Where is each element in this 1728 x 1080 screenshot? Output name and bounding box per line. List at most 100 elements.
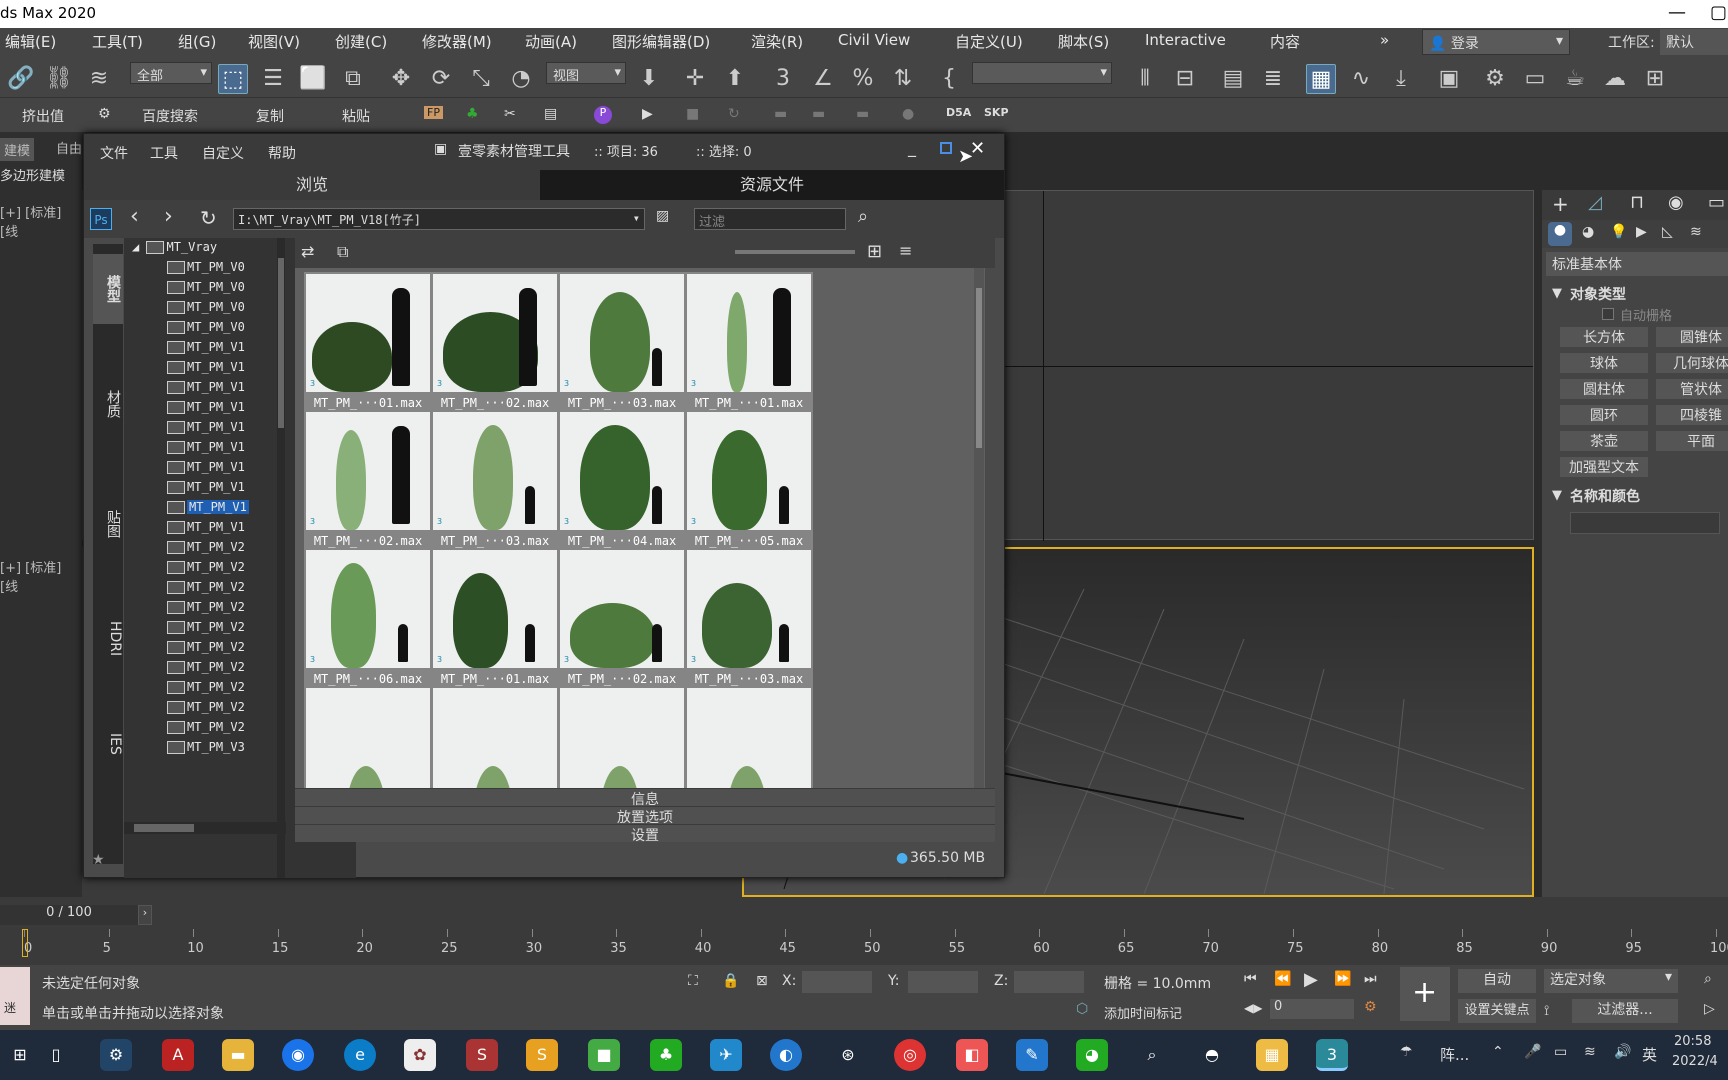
tree-folder-item[interactable]: MT_PM_V2 bbox=[167, 600, 245, 620]
geometry-icon[interactable]: ● bbox=[1548, 222, 1572, 246]
favorite-star-icon[interactable]: ★ bbox=[92, 852, 105, 868]
move-icon[interactable]: ✥ bbox=[386, 64, 416, 94]
cone-button[interactable]: 圆锥体 bbox=[1656, 327, 1728, 347]
angle-snap-icon[interactable]: ∠ bbox=[808, 64, 838, 94]
named-selection-icon[interactable]: { bbox=[934, 64, 964, 94]
camera3-icon[interactable]: ▬ bbox=[856, 106, 869, 122]
ribbon-tab-modeling[interactable]: 建模 bbox=[0, 138, 35, 161]
scene-explorer-icon[interactable]: ▤ bbox=[1218, 64, 1248, 94]
app-blue-icon[interactable]: ◐ bbox=[770, 1039, 802, 1071]
menu-overflow[interactable]: » bbox=[1380, 31, 1389, 49]
extrude-button[interactable]: 挤出值 bbox=[22, 106, 64, 126]
lock-icon[interactable]: 🔒 bbox=[722, 973, 739, 989]
nav-arrow-icon[interactable]: ▷ bbox=[1704, 1001, 1715, 1017]
sphere-button[interactable]: 球体 bbox=[1560, 353, 1648, 373]
task-view-icon[interactable]: ▯ bbox=[40, 1039, 72, 1071]
window-crossing-icon[interactable]: ⧉ bbox=[338, 64, 368, 94]
asset-thumbnail[interactable]: 3 MT_PM_···01.max bbox=[431, 548, 559, 690]
asset-thumbnail[interactable] bbox=[304, 686, 432, 788]
helpers-icon[interactable]: ◺ bbox=[1662, 224, 1673, 240]
geosphere-button[interactable]: 几何球体 bbox=[1656, 353, 1728, 373]
app-gamepad-icon[interactable]: ⊛ bbox=[832, 1039, 864, 1071]
back-arrow-icon[interactable]: ‹ bbox=[130, 204, 139, 229]
z-coord-input[interactable] bbox=[1014, 971, 1084, 993]
viewport-label-bottom-left[interactable]: [+] [标准] [线 bbox=[0, 557, 82, 595]
search-icon[interactable]: ⌕ bbox=[858, 206, 868, 227]
refresh-icon[interactable]: ↻ bbox=[200, 206, 217, 230]
tree-folder-item[interactable]: MT_PM_V1 bbox=[167, 460, 245, 480]
time-cursor[interactable] bbox=[22, 929, 28, 957]
tree-folder-item[interactable]: MT_PM_V1 bbox=[167, 520, 245, 540]
scale-icon[interactable]: ⤡ bbox=[466, 64, 496, 94]
mirror-icon[interactable]: ⫴ bbox=[1130, 64, 1160, 94]
d5a-button[interactable]: D5A bbox=[946, 106, 971, 119]
stop-icon[interactable]: ■ bbox=[686, 106, 699, 122]
curve-editor-icon[interactable]: ∿ bbox=[1346, 64, 1376, 94]
camera2-icon[interactable]: ▬ bbox=[812, 106, 825, 122]
asset-thumbnail[interactable]: 3 MT_PM_···04.max bbox=[558, 410, 686, 552]
app-bird-icon[interactable]: ✈ bbox=[710, 1039, 742, 1071]
bind-spacewarp-icon[interactable]: ≋ bbox=[84, 64, 114, 94]
modify-tab-icon[interactable]: ◿ bbox=[1588, 192, 1602, 213]
grid-scrollbar[interactable] bbox=[974, 268, 984, 788]
baidu-icon[interactable]: ⚙ bbox=[98, 106, 111, 122]
asset-thumbnail[interactable]: 3 MT_PM_···03.max bbox=[431, 410, 559, 552]
app-red-icon[interactable]: ◎ bbox=[894, 1039, 926, 1071]
rendered-frame-icon[interactable]: ▭ bbox=[1520, 64, 1550, 94]
table-icon[interactable]: ▤ bbox=[544, 106, 557, 122]
app-tree-icon[interactable]: ♣ bbox=[650, 1039, 682, 1071]
view-options-icon[interactable]: ▨ bbox=[656, 208, 669, 224]
menu-modifiers[interactable]: 修改器(M) bbox=[422, 31, 492, 52]
file-explorer-icon[interactable]: ▬ bbox=[222, 1039, 254, 1071]
tab-browse[interactable]: 浏览 bbox=[84, 170, 540, 200]
expand-arrow-icon[interactable]: ◢ bbox=[132, 240, 139, 254]
timeline-ruler[interactable]: 0 5 10 15 20 25 30 35 40 45 50 55 60 65 70 75 80 85 90 95 10… bbox=[0, 929, 1728, 959]
chrome-icon[interactable]: ◉ bbox=[282, 1039, 314, 1071]
collapse-arrow-icon[interactable]: ▼ bbox=[1552, 286, 1562, 301]
menu-group[interactable]: 组(G) bbox=[178, 31, 216, 52]
dialog-menu-help[interactable]: 帮助 bbox=[268, 143, 296, 163]
wifi-icon[interactable]: ≋ bbox=[1584, 1044, 1596, 1060]
dialog-minimize-button[interactable]: _ bbox=[908, 138, 916, 157]
motion-tab-icon[interactable]: ◉ bbox=[1668, 192, 1684, 213]
hierarchy-tab-icon[interactable]: ⊓ bbox=[1630, 192, 1644, 213]
tree-folder-item[interactable]: MT_PM_V2 bbox=[167, 720, 245, 740]
next-frame-icon[interactable]: ⏩ bbox=[1334, 971, 1351, 987]
render-setup-icon[interactable]: ⚙ bbox=[1480, 64, 1510, 94]
tree-folder-item[interactable]: MT_PM_V1 bbox=[167, 340, 245, 360]
asset-thumbnail[interactable]: 3 MT_PM_···03.max bbox=[558, 272, 686, 414]
asset-thumbnail[interactable] bbox=[558, 686, 686, 788]
key-filters-button[interactable]: 过滤器... bbox=[1572, 999, 1678, 1023]
ime-indicator[interactable]: 英 bbox=[1642, 1044, 1657, 1065]
time-slider[interactable]: 0 / 100 bbox=[0, 905, 138, 925]
asset-thumbnail[interactable]: 3 MT_PM_···02.max bbox=[304, 410, 432, 552]
tree-folder-item[interactable]: MT_PM_V0 bbox=[167, 260, 245, 280]
menu-interactive[interactable]: Interactive bbox=[1145, 31, 1226, 49]
menu-animation[interactable]: 动画(A) bbox=[525, 31, 577, 52]
edge-icon[interactable]: e bbox=[344, 1039, 376, 1071]
render-icon[interactable]: ☕ bbox=[1560, 64, 1590, 94]
tree-folder-item[interactable]: MT_PM_V2 bbox=[167, 620, 245, 640]
sort-icon[interactable]: ≡ bbox=[899, 241, 912, 260]
spinner-snap-icon[interactable]: ⇅ bbox=[888, 64, 918, 94]
tree-folder-item[interactable]: MT_PM_V2 bbox=[167, 660, 245, 680]
cameras-icon[interactable]: ▶ bbox=[1636, 224, 1647, 240]
asset-thumbnail[interactable]: 3 MT_PM_···05.max bbox=[685, 410, 813, 552]
asset-thumbnail[interactable] bbox=[431, 686, 559, 788]
plugin-p-icon[interactable]: P bbox=[594, 106, 612, 124]
select-by-name-icon[interactable]: ☰ bbox=[258, 64, 288, 94]
package-icon[interactable]: ⧉ bbox=[337, 242, 348, 262]
unlink-icon[interactable]: ⛓ bbox=[44, 64, 74, 94]
tree-folder-item[interactable]: MT_PM_V0 bbox=[167, 280, 245, 300]
ribbon-tab-freeform[interactable]: 自由 bbox=[56, 138, 82, 157]
isolate-icon[interactable]: ⛶ bbox=[688, 973, 698, 989]
menu-view[interactable]: 视图(V) bbox=[248, 31, 300, 52]
filter-input[interactable]: 过滤 bbox=[694, 208, 846, 230]
ps-icon[interactable]: Ps bbox=[90, 208, 112, 230]
minimize-button[interactable]: — bbox=[1668, 2, 1686, 23]
tree-folder-item[interactable]: MT_PM_V1 bbox=[167, 480, 245, 500]
tree-folder-item[interactable]: MT_PM_V0 bbox=[167, 300, 245, 320]
y-coord-input[interactable] bbox=[908, 971, 978, 993]
clock-date[interactable]: 2022/4 bbox=[1672, 1054, 1718, 1069]
reference-coord-dropdown[interactable]: 视图 ▾ bbox=[546, 62, 626, 84]
